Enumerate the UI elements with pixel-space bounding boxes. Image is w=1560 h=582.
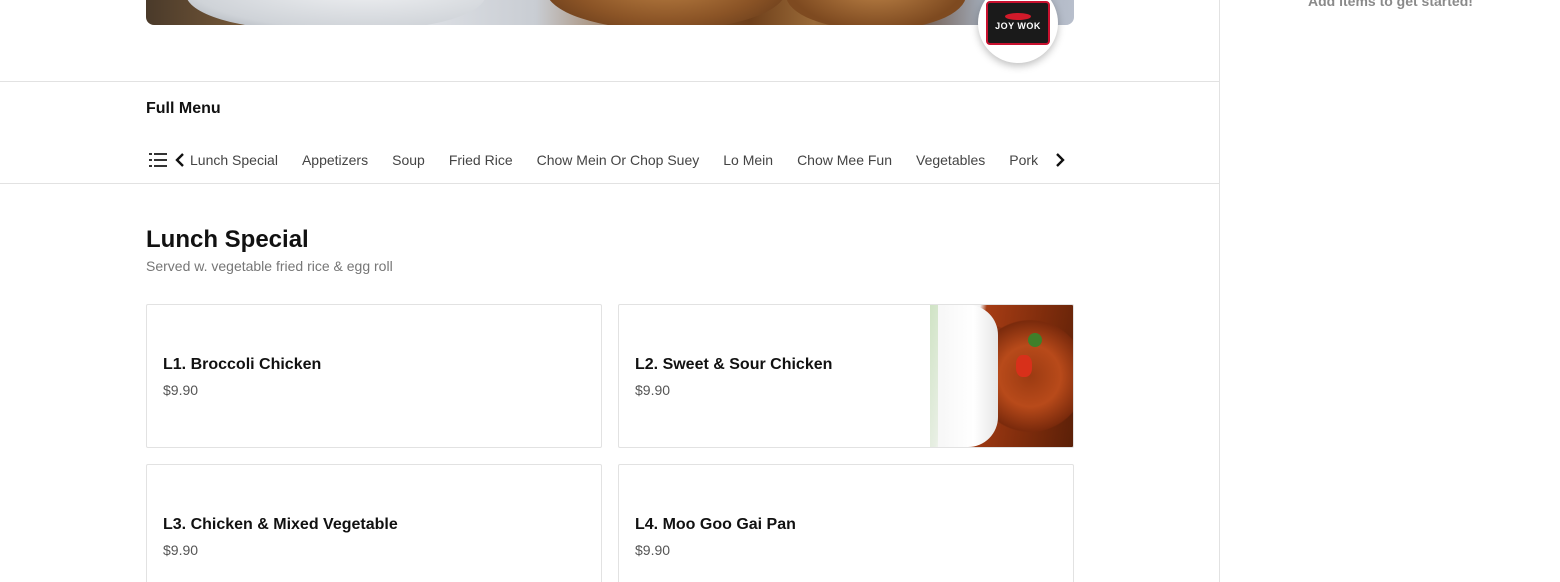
logo-name: JOY WOK [995,21,1041,31]
category-tab[interactable]: Fried Rice [449,152,513,168]
category-tab[interactable]: Chow Mee Fun [797,152,892,168]
restaurant-logo: JOY WOK [978,0,1058,63]
bowl [938,305,998,447]
menu-item-photo [930,305,1073,447]
chevron-right-icon [1056,153,1065,167]
category-tab[interactable]: Lo Mein [723,152,773,168]
menu-item-card[interactable]: L1. Broccoli Chicken $9.90 [146,304,602,448]
menu-item-card[interactable]: L2. Sweet & Sour Chicken $9.90 [618,304,1074,448]
category-tab[interactable]: Lunch Special [190,152,278,168]
section-subtitle: Served w. vegetable fried rice & egg rol… [146,258,393,274]
logo-badge: JOY WOK [986,1,1050,45]
menu-item-card[interactable]: L3. Chicken & Mixed Vegetable $9.90 [146,464,602,582]
menu-item-price: $9.90 [163,382,199,398]
category-tab[interactable]: Appetizers [302,152,368,168]
category-tab[interactable]: Pork [1009,152,1038,168]
menu-item-name: L3. Chicken & Mixed Vegetable [163,516,398,533]
menu-item-card[interactable]: L4. Moo Goo Gai Pan $9.90 [618,464,1074,582]
plate [186,0,486,25]
egg-roll [546,0,786,25]
scroll-left-button[interactable] [170,148,190,172]
category-tab[interactable]: Chow Mein Or Chop Suey [537,152,700,168]
divider [0,183,1220,184]
divider [0,81,1220,82]
pepper-icon [1005,13,1031,20]
herb-garnish [1028,333,1042,347]
menu-item-price: $9.90 [163,542,199,558]
section-title: Lunch Special [146,226,309,253]
hero-image [146,0,1074,25]
page: JOY WOK Full Menu Lunch Special Appetize… [0,0,1560,582]
category-tabs: Lunch Special Appetizers Soup Fried Rice… [190,152,1050,168]
list-icon [149,153,167,167]
menu-item-price: $9.90 [635,542,671,558]
menu-item-name: L2. Sweet & Sour Chicken [635,356,833,373]
menu-item-name: L4. Moo Goo Gai Pan [635,516,796,533]
category-list-button[interactable] [146,148,170,172]
egg-roll [786,0,966,25]
menu-item-name: L1. Broccoli Chicken [163,356,322,373]
category-tab[interactable]: Vegetables [916,152,985,168]
main-content: JOY WOK Full Menu Lunch Special Appetize… [0,0,1220,582]
category-tab[interactable]: Soup [392,152,425,168]
chevron-left-icon [175,153,184,167]
pepper [1016,355,1032,377]
cart-empty-text: Add items to get started! [1308,0,1473,9]
category-nav: Lunch Special Appetizers Soup Fried Rice… [146,144,1074,176]
scroll-right-button[interactable] [1050,148,1070,172]
menu-item-price: $9.90 [635,382,671,398]
menu-title: Full Menu [146,100,221,117]
